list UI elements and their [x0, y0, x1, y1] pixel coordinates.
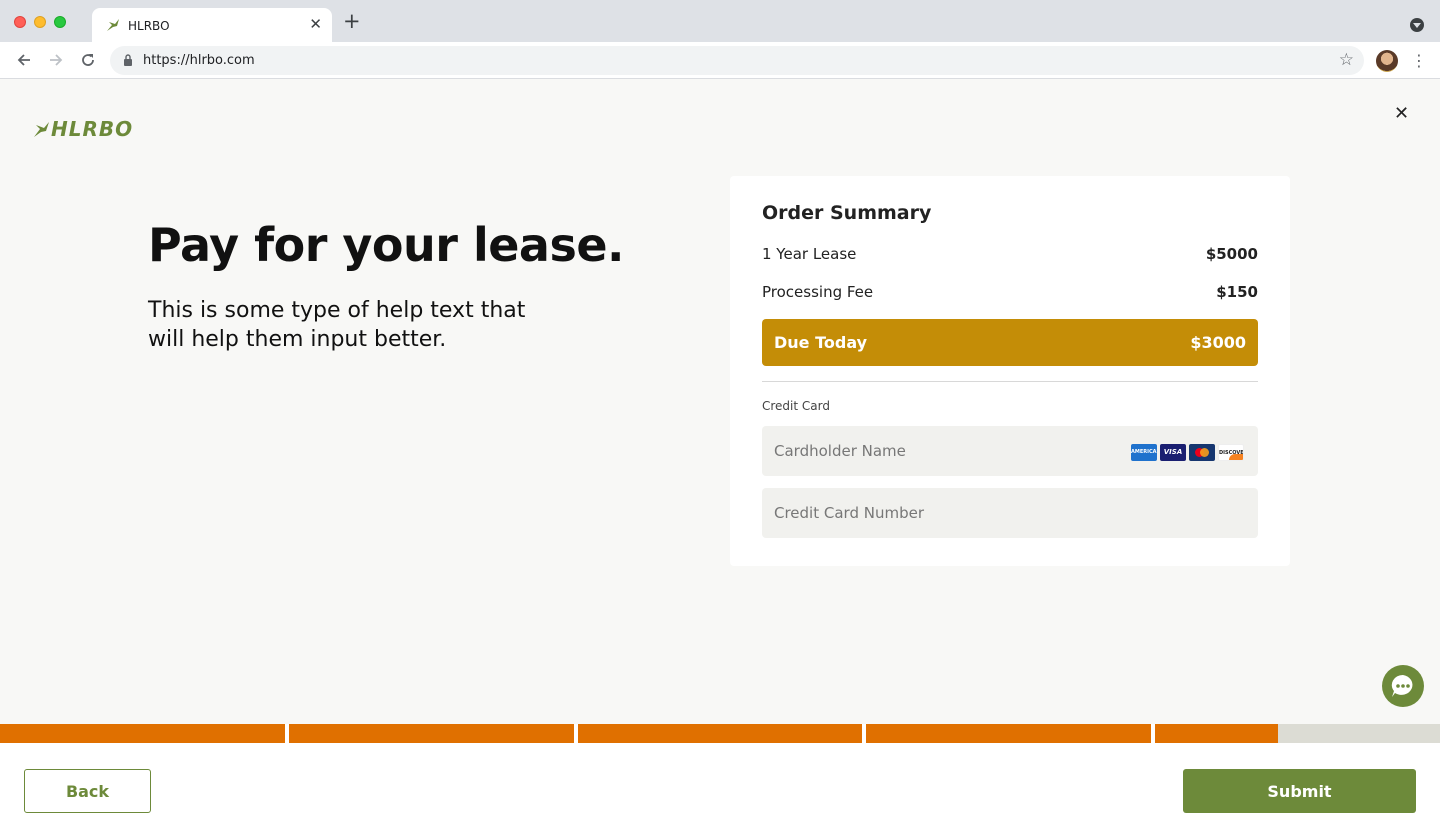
credit-card-label: Credit Card	[762, 399, 830, 413]
line-item-amount: $5000	[1205, 245, 1258, 263]
hlrbo-favicon-icon	[107, 19, 119, 31]
tab-search-icon[interactable]	[1410, 18, 1424, 32]
due-today-banner: Due Today $3000	[762, 319, 1258, 366]
visa-icon: VISA	[1160, 444, 1186, 461]
mastercard-icon	[1189, 444, 1215, 461]
chat-button[interactable]	[1382, 665, 1424, 707]
profile-avatar[interactable]	[1376, 50, 1398, 72]
amex-icon: AMERICAN EXPRESS	[1131, 444, 1157, 461]
window-minimize-button[interactable]	[34, 16, 46, 28]
browser-tab[interactable]: HLRBO ✕	[92, 8, 332, 42]
browser-tab-bar: HLRBO ✕ +	[0, 0, 1440, 42]
window-close-button[interactable]	[14, 16, 26, 28]
logo-bird-icon	[34, 122, 49, 137]
tab-close-icon[interactable]: ✕	[309, 16, 322, 32]
browser-menu-icon[interactable]: ⋮	[1411, 51, 1427, 71]
back-arrow-icon[interactable]	[15, 51, 33, 69]
url-text: https://hlrbo.com	[143, 53, 255, 68]
progress-segment	[288, 724, 574, 743]
progress-segment	[866, 724, 1152, 743]
reload-icon[interactable]	[79, 51, 97, 69]
forward-arrow-icon[interactable]	[47, 51, 65, 69]
lock-icon	[124, 54, 132, 66]
close-icon[interactable]: ✕	[1394, 104, 1409, 124]
order-summary-title: Order Summary	[762, 202, 932, 224]
address-bar[interactable]: https://hlrbo.com ☆	[110, 46, 1364, 75]
credit-card-number-input[interactable]	[762, 488, 1258, 538]
new-tab-button[interactable]: +	[343, 11, 361, 32]
tab-title: HLRBO	[128, 19, 170, 33]
help-text: This is some type of help text that will…	[148, 298, 526, 352]
progress-segment	[577, 724, 863, 743]
divider	[762, 381, 1258, 382]
discover-icon: DISCOVER	[1218, 444, 1244, 461]
submit-button[interactable]: Submit	[1183, 769, 1416, 813]
line-item-amount: $150	[1216, 283, 1258, 301]
page-title: Pay for your lease.	[148, 218, 625, 272]
line-item-label: 1 Year Lease	[762, 245, 857, 263]
logo-text: HLRBO	[51, 117, 134, 141]
line-item-label: Processing Fee	[762, 283, 874, 301]
due-today-label: Due Today	[774, 333, 868, 352]
browser-toolbar: https://hlrbo.com ☆	[0, 42, 1440, 79]
progress-segment	[0, 724, 285, 743]
due-today-amount: $3000	[1190, 333, 1246, 352]
bookmark-star-icon[interactable]: ☆	[1339, 51, 1354, 69]
order-summary-card: Order Summary 1 Year Lease $5000 Process…	[730, 176, 1290, 566]
progress-bar	[0, 724, 1440, 743]
back-button[interactable]: Back	[24, 769, 151, 813]
progress-segment	[1155, 724, 1278, 743]
chat-bubble-icon	[1391, 674, 1413, 697]
footer-bar: Back Submit	[0, 743, 1440, 837]
window-maximize-button[interactable]	[54, 16, 66, 28]
